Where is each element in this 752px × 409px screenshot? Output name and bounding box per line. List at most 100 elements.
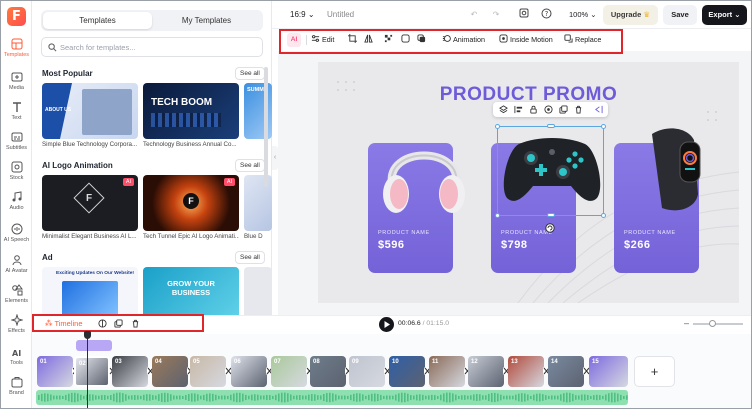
screenshot-icon[interactable] [518,8,530,22]
ai-avatar-icon [12,255,21,266]
timeline-clip[interactable]: 05 [190,356,226,387]
timeline-clip[interactable]: 07 [271,356,307,387]
tab-templates[interactable]: Templates [43,12,152,29]
aspect-ratio-select[interactable]: 16:9 ⌄ [290,10,315,19]
timeline-clip[interactable]: 08 [310,356,346,387]
rail-item-label: Elements [5,298,28,304]
see-all-ad-button[interactable]: See all [235,251,265,264]
product-price-2: $798 [501,239,528,251]
highlight-timeline-box [32,314,204,332]
rail-item-tools[interactable]: AI Tools [1,346,32,366]
selection-box[interactable] [497,126,604,216]
timeline-zoom-slider[interactable] [693,320,743,327]
resize-handle[interactable] [547,124,555,128]
app-logo[interactable]: F [7,7,26,26]
rail-item-brand[interactable]: Brand [1,376,32,396]
timeline-clip[interactable]: 09 [349,356,385,387]
rotate-icon[interactable] [545,223,555,233]
left-rail: F Templates Media Text Subtitles Stock Audio A… [1,1,32,408]
template-search [41,37,263,57]
template-thumb-ad-3[interactable] [244,267,272,315]
rail-item-label: Effects [8,328,25,334]
smart-band-image[interactable] [638,124,708,214]
template-thumb-tech-boom[interactable]: TECH BOOM [143,83,239,139]
align-icon[interactable] [514,105,523,114]
thumb-grow-text: GROW YOUR BUSINESS [167,279,215,297]
panel-scrollbar[interactable] [264,67,268,187]
rail-item-label: Tools [10,360,23,366]
product-name-1: PRODUCT NAME [378,230,430,236]
upgrade-button[interactable]: Upgrade ♛ [603,5,658,25]
overlay-track-clip[interactable] [76,340,112,351]
add-clip-button[interactable]: + [634,356,675,387]
timeline-clip[interactable]: 03 [112,356,148,387]
clip-number: 10 [392,359,399,365]
brand-icon [11,377,22,388]
headphones-image[interactable] [378,124,470,220]
timeline-clip[interactable]: 06 [231,356,267,387]
timeline-clip[interactable]: 12 [468,356,504,387]
audio-icon [12,191,21,202]
chevron-down-icon: ⌄ [307,10,315,19]
resize-handle[interactable] [601,124,606,129]
rail-item-templates[interactable]: Templates [1,38,32,58]
see-all-most-popular-button[interactable]: See all [235,67,265,80]
help-icon[interactable]: ? [540,8,552,22]
tab-my-templates[interactable]: My Templates [152,12,261,29]
top-header: 16:9 ⌄ Untitled ↶ ↷ ? 100% ⌄ Upgrade ♛ S… [272,1,751,29]
template-thumb-tech-tunnel[interactable]: F AI [143,175,239,231]
timeline-clip[interactable]: 13 [508,356,544,387]
timeline-clip[interactable]: 11 [429,356,465,387]
resize-handle[interactable] [495,213,500,218]
rail-item-effects[interactable]: Effects [1,314,32,334]
undo-icon[interactable]: ↶ [468,8,480,22]
resize-handle[interactable] [495,124,500,129]
timeline-clip[interactable]: 01 [37,356,73,387]
audio-track[interactable] [36,390,628,405]
rail-item-text[interactable]: Text [1,101,32,121]
document-title[interactable]: Untitled [327,10,354,19]
save-button[interactable]: Save [663,5,697,25]
playhead-handle[interactable] [84,331,91,339]
layers-icon[interactable] [499,105,508,114]
export-button[interactable]: Export ⌄ [702,5,747,25]
rail-item-ai-avatar[interactable]: AI Avatar [1,254,32,274]
delete-icon[interactable] [574,105,583,114]
zoom-out-icon[interactable]: – [684,318,689,328]
lock-icon[interactable] [529,105,538,114]
timeline-clip[interactable]: 14 [548,356,584,387]
rail-item-stock[interactable]: Stock [1,161,32,181]
timeline-clip[interactable]: 15 [589,356,628,387]
rail-item-media[interactable]: Media [1,71,32,91]
clip-number: 03 [115,359,122,365]
timeline-clip[interactable]: 10 [389,356,425,387]
rail-item-ai-speech[interactable]: AI Speech [1,223,32,243]
clip-number: 02 [79,361,86,367]
duplicate-icon[interactable] [559,105,568,114]
template-thumb-minimalist-logo[interactable]: F AI [42,175,138,231]
rail-item-audio[interactable]: Audio [1,191,32,211]
resize-handle[interactable] [601,213,606,218]
template-thumb-grow-business[interactable]: GROW YOUR BUSINESS [143,267,239,315]
text-icon [12,102,21,112]
slider-knob[interactable] [709,320,716,327]
see-all-ai-logo-button[interactable]: See all [235,159,265,172]
redo-icon[interactable]: ↷ [490,8,502,22]
template-thumb-ad-website[interactable]: Exciting Updates On Our Website! [42,267,138,315]
search-input[interactable] [60,41,258,54]
aspect-ratio-value: 16:9 [290,10,306,19]
rail-item-subtitles[interactable]: Subtitles [1,131,32,151]
rail-item-elements[interactable]: Elements [1,284,32,304]
zoom-select[interactable]: 100% ⌄ [569,10,597,19]
play-button[interactable] [379,317,394,332]
playhead[interactable] [87,333,88,408]
mask-icon[interactable] [544,105,553,114]
thumb-about-us-text: ABOUT US [45,107,72,113]
resize-handle[interactable] [547,213,555,217]
timeline-clip[interactable]: 02 [74,356,110,387]
timeline-clip[interactable]: 04 [152,356,188,387]
crown-icon: ♛ [643,10,651,19]
clip-number: 11 [432,359,439,365]
collapse-bar-icon[interactable] [594,105,603,114]
template-thumb-simple-blue[interactable]: ABOUT US [42,83,138,139]
